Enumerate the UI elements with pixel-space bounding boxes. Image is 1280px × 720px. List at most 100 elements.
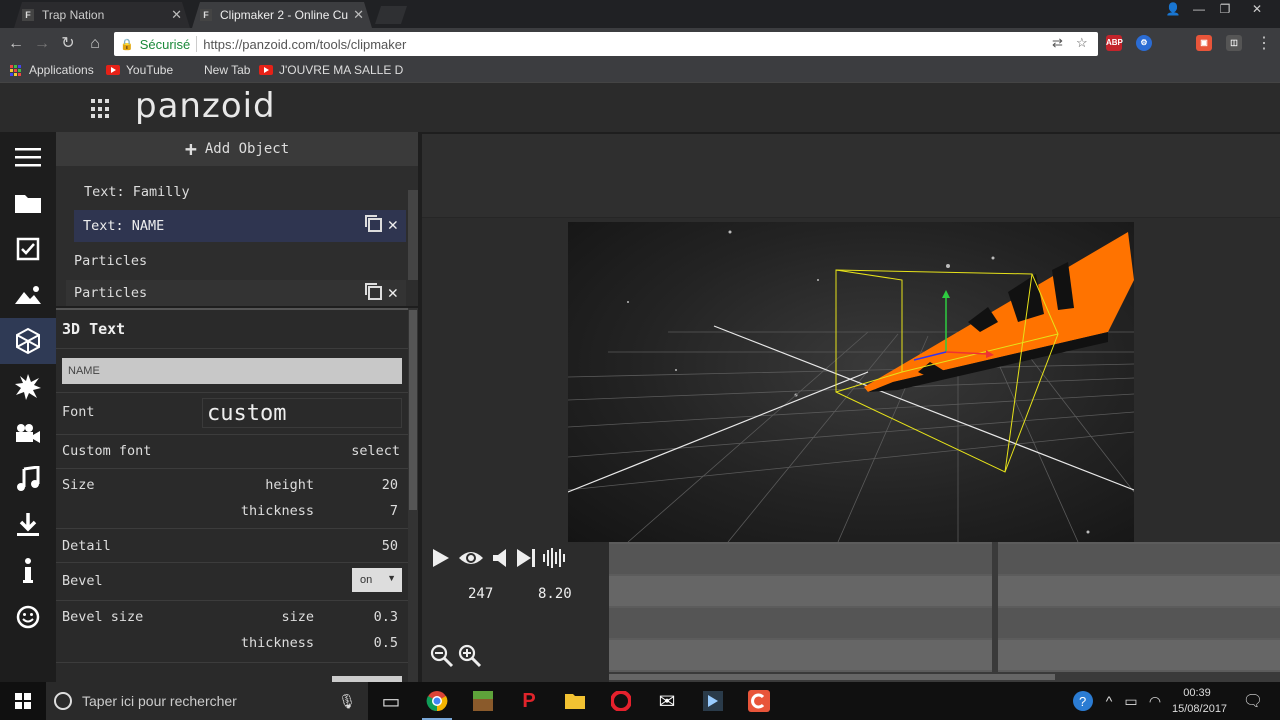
divider <box>56 528 408 529</box>
bookmark-label: Applications <box>29 63 94 77</box>
menu-dots-icon[interactable]: ⋮ <box>1254 34 1274 54</box>
star-icon[interactable]: ☆ <box>1076 35 1088 51</box>
playhead[interactable] <box>992 542 998 672</box>
thickness-value[interactable]: 7 <box>390 503 398 519</box>
height-value[interactable]: 20 <box>382 477 398 493</box>
detail-label: Detail <box>62 538 111 554</box>
timeline-track[interactable] <box>609 544 1280 574</box>
text-name-input[interactable] <box>62 358 402 384</box>
tab-trap-nation[interactable]: F Trap Nation ✕ <box>14 2 190 28</box>
windows-start-icon[interactable] <box>8 686 38 716</box>
back-icon[interactable]: ← <box>6 34 26 54</box>
delete-icon[interactable]: ✕ <box>388 217 398 234</box>
brand-logo[interactable]: panzoid <box>135 86 276 126</box>
checkbox-icon[interactable] <box>0 226 56 272</box>
microphone-icon[interactable]: 🎙 <box>338 693 356 710</box>
home-icon[interactable]: ⌂ <box>85 34 105 54</box>
minecraft-icon[interactable] <box>468 686 498 716</box>
notifications-icon[interactable]: 🗨 <box>1238 686 1268 716</box>
bevel-thickness-value[interactable]: 0.5 <box>374 635 398 651</box>
system-clock[interactable]: 00:39 15/08/2017 <box>1172 685 1227 717</box>
bookmark-label: YouTube <box>126 63 174 77</box>
object-label: Text: Familly <box>84 184 190 200</box>
music-icon[interactable] <box>0 456 56 502</box>
task-view-icon[interactable]: ▭ <box>376 686 406 716</box>
3d-text-object[interactable] <box>864 232 1134 392</box>
add-object-button[interactable]: + Add Object <box>56 132 418 166</box>
floor-grid <box>567 331 1135 543</box>
properties-scrollbar[interactable] <box>408 308 418 682</box>
bevel-label: Bevel <box>62 573 103 589</box>
folder-icon[interactable] <box>0 180 56 226</box>
detail-value[interactable]: 50 <box>382 538 398 554</box>
tab-clipmaker[interactable]: F Clipmaker 2 - Online Cus ✕ <box>192 2 372 28</box>
timeline-track[interactable] <box>609 608 1280 638</box>
wifi-icon[interactable]: ◠ <box>1140 686 1170 716</box>
translate-icon[interactable]: ⇄ <box>1052 35 1063 51</box>
custom-font-select-button[interactable]: select <box>351 443 400 459</box>
font-input[interactable] <box>202 398 402 428</box>
waveform-icon[interactable] <box>542 548 566 574</box>
eye-icon[interactable] <box>458 548 484 574</box>
reload-icon[interactable]: ↻ <box>58 34 78 54</box>
extension-icon[interactable]: ◫ <box>1226 35 1242 51</box>
zoom-in-icon[interactable] <box>458 644 482 674</box>
browser-toolbar: ← → ↻ ⌂ 🔒 Sécurisé https://panzoid.com/t… <box>0 28 1280 60</box>
close-window-icon[interactable]: ✕ <box>1244 2 1270 18</box>
new-tab-button[interactable] <box>375 6 407 24</box>
delete-icon[interactable]: ✕ <box>388 285 398 302</box>
timeline-track[interactable] <box>609 576 1280 606</box>
timeline-track[interactable] <box>609 640 1280 670</box>
restore-icon[interactable]: ❐ <box>1212 2 1238 18</box>
burst-icon[interactable] <box>0 364 56 410</box>
forward-icon[interactable]: → <box>32 34 52 54</box>
image-icon[interactable] <box>0 272 56 318</box>
extension-icon[interactable]: ▣ <box>1196 35 1212 51</box>
address-bar[interactable]: 🔒 Sécurisé https://panzoid.com/tools/cli… <box>114 32 1098 56</box>
code-app-icon[interactable] <box>698 686 728 716</box>
close-icon[interactable]: ✕ <box>353 7 364 23</box>
extension-icon[interactable]: ⚙ <box>1136 35 1152 51</box>
object-item[interactable]: Text: Familly <box>66 176 404 208</box>
minimize-icon[interactable]: — <box>1186 2 1212 18</box>
duplicate-icon[interactable] <box>364 215 382 232</box>
apps-grid-icon[interactable] <box>91 99 111 119</box>
bookmark-youtube[interactable]: YouTube <box>106 63 173 77</box>
download-icon[interactable] <box>0 502 56 548</box>
bookmark-applications[interactable]: Applications <box>10 63 94 77</box>
cube-icon[interactable] <box>0 318 56 364</box>
object-item[interactable]: Particles <box>74 245 406 277</box>
smiley-icon[interactable] <box>0 594 56 640</box>
taskbar-search[interactable]: Taper ici pour rechercher 🎙 <box>46 682 368 720</box>
p-app-icon[interactable]: P <box>514 686 544 716</box>
bevel-select[interactable]: on ▼ <box>352 568 402 592</box>
viewport-top-bar <box>422 134 1280 218</box>
zoom-out-icon[interactable] <box>430 644 454 674</box>
play-icon[interactable] <box>432 548 450 574</box>
chrome-icon[interactable] <box>422 686 452 720</box>
object-item[interactable]: Particles ✕ <box>66 280 406 306</box>
red-app-icon[interactable] <box>744 686 774 716</box>
opera-icon[interactable] <box>606 686 636 716</box>
bevel-size-value[interactable]: 0.3 <box>374 609 398 625</box>
timeline-scrollbar[interactable] <box>609 672 1280 682</box>
panel-title: 3D Text <box>62 320 126 338</box>
youtube-icon <box>259 65 273 75</box>
duplicate-icon[interactable] <box>364 283 382 300</box>
menu-icon[interactable] <box>0 134 56 180</box>
close-icon[interactable]: ✕ <box>171 7 182 23</box>
volume-icon[interactable] <box>492 548 508 574</box>
timeline-tracks[interactable] <box>609 542 1280 672</box>
mail-icon[interactable]: ✉ <box>652 686 682 716</box>
next-frame-icon[interactable] <box>516 548 536 574</box>
object-item-selected[interactable]: Text: NAME ✕ <box>74 210 406 242</box>
camera-icon[interactable] <box>0 410 56 456</box>
bookmark-youtube-channel[interactable]: J'OUVRE MA SALLE D <box>259 63 403 77</box>
bookmark-new-tab[interactable]: New Tab <box>204 63 250 77</box>
info-icon[interactable] <box>0 548 56 594</box>
3d-preview-canvas[interactable] <box>567 222 1135 543</box>
file-explorer-icon[interactable] <box>560 686 590 716</box>
adblock-icon[interactable]: ABP <box>1106 35 1123 51</box>
user-icon[interactable]: 👤 <box>1160 2 1186 18</box>
objects-scrollbar[interactable] <box>408 190 418 280</box>
